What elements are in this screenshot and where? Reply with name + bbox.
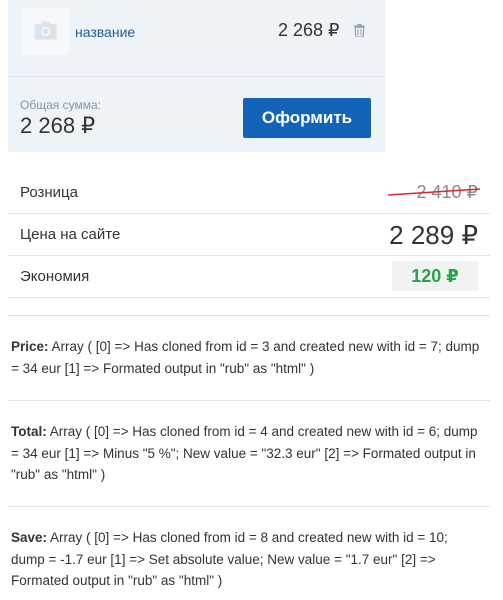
trash-icon (354, 24, 365, 38)
debug-total-text: Array ( [0] => Has cloned from id = 4 an… (11, 424, 478, 482)
product-name-link[interactable]: название (75, 24, 135, 40)
divider (8, 506, 490, 507)
camera-icon (34, 21, 57, 40)
savings-badge: 120 ₽ (392, 261, 478, 291)
divider (8, 315, 490, 316)
debug-save-title: Save: (11, 530, 48, 545)
cart-panel: название 2 268 ₽ Общая сумма: 2 268 ₽ Оф… (8, 0, 385, 152)
site-price-label: Цена на сайте (20, 226, 121, 243)
price-table: Розница 2 410 ₽ Цена на сайте 2 289 ₽ Эк… (8, 172, 490, 298)
debug-total-block: Total: Array ( [0] => Has cloned from id… (11, 421, 481, 486)
debug-save-block: Save: Array ( [0] => Has cloned from id … (11, 527, 481, 592)
divider (8, 400, 490, 401)
debug-price-block: Price: Array ( [0] => Has cloned from id… (11, 336, 481, 379)
debug-total-title: Total: (11, 424, 47, 439)
remove-item-button[interactable] (354, 24, 365, 42)
retail-price-row: Розница 2 410 ₽ (8, 172, 490, 214)
debug-price-text: Array ( [0] => Has cloned from id = 3 an… (11, 339, 480, 376)
cart-item: название 2 268 ₽ (8, 0, 385, 77)
total-sum-label: Общая сумма: (20, 98, 101, 112)
checkout-button[interactable]: Оформить (243, 98, 371, 138)
savings-row: Экономия 120 ₽ (8, 256, 490, 298)
site-price-value: 2 289 ₽ (389, 220, 478, 250)
site-price-row: Цена на сайте 2 289 ₽ (8, 214, 490, 256)
debug-price-title: Price: (11, 339, 49, 354)
debug-save-text: Array ( [0] => Has cloned from id = 8 an… (11, 530, 448, 588)
savings-value: 120 ₽ (411, 266, 459, 286)
retail-price-label: Розница (20, 184, 78, 201)
item-price: 2 268 ₽ (278, 20, 340, 40)
total-sum-value: 2 268 ₽ (20, 113, 96, 138)
product-thumbnail[interactable] (22, 8, 69, 55)
savings-label: Экономия (20, 268, 90, 285)
strikethrough-line (388, 188, 480, 196)
